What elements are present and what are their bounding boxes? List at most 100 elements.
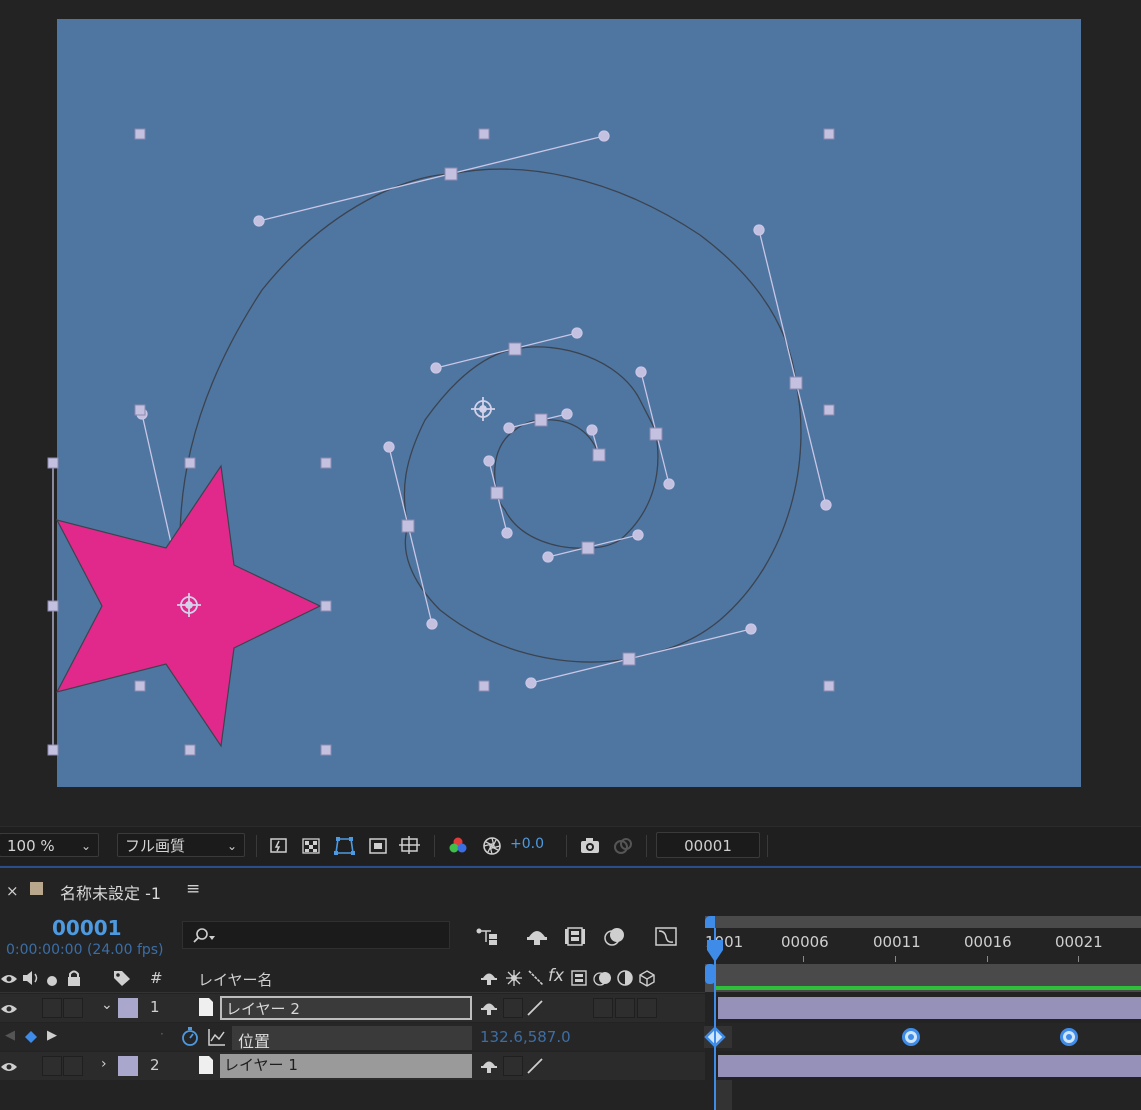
property-name: 位置 [238,1032,271,1051]
timecode-display: 0:00:00:00 (24.00 fps) [6,942,164,958]
work-area-start-handle[interactable] [705,916,715,928]
canvas-overlay [47,128,835,756]
layer-name-field[interactable]: レイヤー 2 [220,996,472,1020]
timeline-tab[interactable]: × 名称未設定 -1 ≡ [0,868,1141,912]
layer-duration-bar[interactable] [718,997,1141,1019]
next-keyframe-icon[interactable]: ▶ [47,1028,57,1043]
timeline-panel: × 名称未設定 -1 ≡ 00001 0:00:00:00 (24.00 fps… [0,866,1141,1110]
layer-row[interactable]: › 2 レイヤー 1 [0,1052,705,1080]
graph-toggle-icon[interactable] [207,1027,227,1051]
ruler-tick-label: 00016 [964,933,1012,951]
region-of-interest-icon[interactable] [367,835,389,857]
frame-blending-icon[interactable] [564,924,588,948]
playhead-marker-icon[interactable] [705,938,725,964]
chevron-down-icon[interactable]: ⌄ [101,997,113,1013]
exposure-value[interactable]: +0.0 [510,836,544,852]
quality-switch-icon[interactable] [527,969,545,991]
quality-dropdown[interactable]: フル画質 ⌄ [117,833,245,857]
layer-column-header: # レイヤー名 fx [0,964,705,993]
chevron-right-icon[interactable]: › [101,1056,107,1072]
ruler-tick-label: 00006 [781,933,829,951]
switch-toggle[interactable] [593,998,613,1018]
lock-toggle[interactable] [63,1056,83,1076]
motion-blur-icon[interactable] [603,924,627,948]
property-row[interactable]: ◀ ▶ · 位置 132.6,587.0 [0,1023,705,1051]
zoom-dropdown[interactable]: 100 % ⌄ [0,833,99,857]
divider [646,835,647,857]
quality-switch-icon[interactable] [526,999,544,1021]
property-value[interactable]: 132.6,587.0 [480,1028,571,1046]
adjustment-layer-icon[interactable] [616,969,634,991]
quality-switch-icon[interactable] [526,1057,544,1079]
grid-guides-icon[interactable] [399,835,421,857]
ruler-tick-label: 00011 [873,933,921,951]
composition-flowchart-icon[interactable] [475,924,499,948]
chevron-down-icon: ⌄ [226,839,237,853]
camera-snapshot-icon[interactable] [579,835,601,857]
eye-icon[interactable] [0,971,18,990]
layer-search-input[interactable] [182,921,450,949]
collapse-transform-icon[interactable] [505,969,523,991]
graph-editor-icon[interactable] [654,924,678,948]
close-icon[interactable]: × [6,882,19,900]
reset-exposure-icon[interactable] [481,835,503,857]
add-keyframe-icon[interactable] [24,1029,38,1048]
keyframes-lane [704,1026,1078,1048]
effects-fx-icon[interactable]: fx [548,966,564,986]
layer-duration-bar[interactable] [718,1055,1141,1077]
frame-blend-switch-icon[interactable] [570,969,588,991]
label-color-swatch[interactable] [118,1056,138,1076]
shy-layers-icon[interactable] [525,924,549,948]
column-layer-name-header[interactable]: レイヤー名 [198,969,273,990]
zoom-value: 100 % [7,837,55,855]
layer-name-field[interactable]: レイヤー 1 [220,1054,472,1078]
color-channel-icon[interactable] [447,835,469,857]
comp-tab-title: 名称未設定 -1 [60,884,162,903]
current-frame-field[interactable]: 00001 [656,832,760,858]
transparency-grid-icon[interactable] [300,835,322,857]
work-area-bar[interactable] [705,916,1141,928]
3d-layer-icon[interactable] [638,969,656,991]
divider [767,835,768,857]
divider [256,835,257,857]
time-ruler[interactable]: 1001 00006 00011 00016 00021 [705,916,1141,966]
comp-color-swatch [30,882,43,895]
layer-number: 1 [150,998,160,1016]
current-frame-display[interactable]: 00001 [52,916,122,940]
layer-row[interactable]: ⌄ 1 レイヤー 2 [0,994,705,1022]
switch-toggle[interactable] [503,998,523,1018]
lock-icon[interactable] [66,969,82,991]
motion-blur-switch-icon[interactable] [593,969,613,991]
divider [434,835,435,857]
column-number-header: # [150,969,163,987]
prev-keyframe-icon[interactable]: ◀ [5,1028,15,1043]
lock-toggle[interactable] [63,998,83,1018]
viewer-toolbar: 100 % ⌄ フル画質 ⌄ +0.0 00001 [0,826,1141,865]
label-tag-icon[interactable] [112,969,132,991]
audio-icon[interactable] [22,970,40,990]
shy-switch-icon[interactable] [480,999,498,1021]
path-keyframes [401,167,803,666]
eye-icon[interactable] [0,1059,18,1078]
switch-toggle[interactable] [637,998,657,1018]
solo-toggle[interactable] [42,998,62,1018]
search-icon [193,928,215,943]
panel-menu-icon[interactable]: ≡ [186,879,200,899]
eye-icon[interactable] [0,1001,18,1020]
layer-type-icon [198,1055,214,1079]
shy-switch-icon[interactable] [480,1057,498,1079]
solo-icon[interactable] [46,972,58,991]
composition-viewer [0,0,1141,826]
show-snapshot-icon[interactable] [612,835,634,857]
fast-preview-icon[interactable] [268,835,290,857]
mask-path-visibility-icon[interactable] [333,835,355,857]
solo-toggle[interactable] [42,1056,62,1076]
switch-toggle[interactable] [503,1056,523,1076]
label-color-swatch[interactable] [118,998,138,1018]
stopwatch-icon[interactable] [180,1026,200,1052]
ruler-tick-label: 00021 [1055,933,1103,951]
shy-switch-icon[interactable] [480,969,498,991]
switch-toggle[interactable] [615,998,635,1018]
quality-value: フル画質 [125,837,186,855]
chevron-down-icon: ⌄ [80,839,91,853]
